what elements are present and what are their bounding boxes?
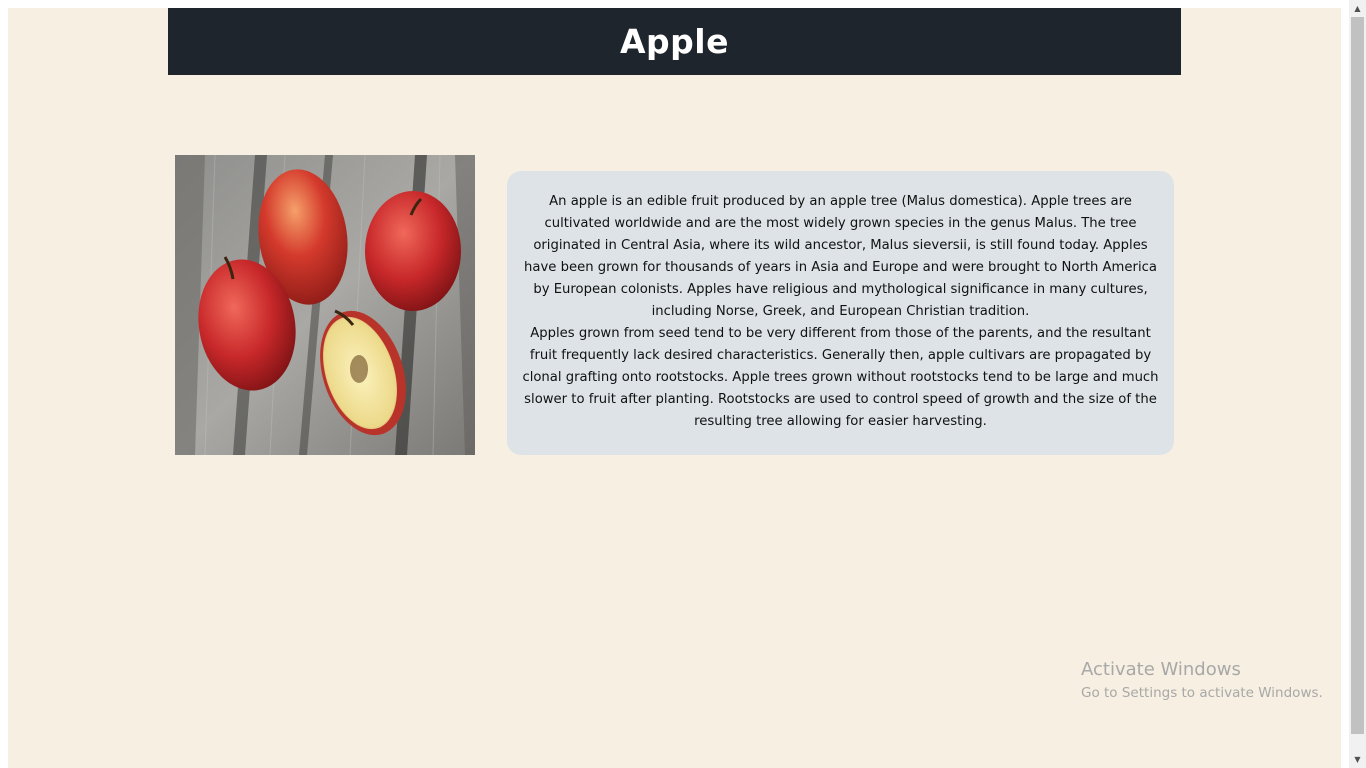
chevron-down-icon[interactable]: ▼ <box>1349 751 1366 768</box>
page-viewport: Apple An apple is an edible fruit produc… <box>8 8 1341 768</box>
activate-windows-watermark: Activate Windows Go to Settings to activ… <box>1081 658 1323 704</box>
page-header: Apple <box>168 8 1181 75</box>
apple-photo-graphic <box>175 155 475 455</box>
scrollbar-thumb[interactable] <box>1351 17 1364 734</box>
description-box: An apple is an edible fruit produced by … <box>507 171 1174 455</box>
watermark-title: Activate Windows <box>1081 659 1241 680</box>
watermark-subtitle: Go to Settings to activate Windows. <box>1081 685 1323 701</box>
apple-image <box>175 155 475 455</box>
vertical-scrollbar[interactable]: ▲ ▼ <box>1349 0 1366 768</box>
description-paragraph-2: Apples grown from seed tend to be very d… <box>522 326 1159 429</box>
chevron-up-icon[interactable]: ▲ <box>1349 0 1366 17</box>
page-title: Apple <box>620 22 729 61</box>
description-paragraph-1: An apple is an edible fruit produced by … <box>524 194 1157 319</box>
